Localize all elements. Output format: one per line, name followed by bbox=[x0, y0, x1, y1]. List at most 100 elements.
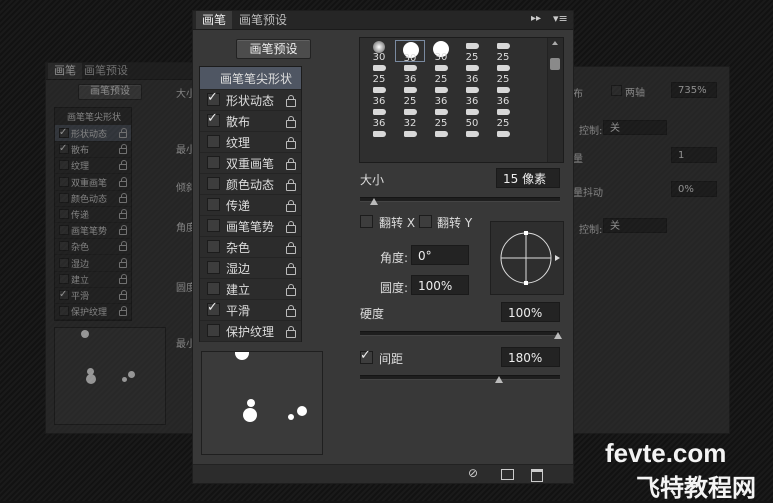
brush-tip-cell[interactable]: 36 bbox=[457, 62, 487, 85]
lock-icon[interactable] bbox=[119, 241, 127, 252]
lock-icon[interactable] bbox=[119, 160, 127, 171]
option-checkbox[interactable] bbox=[59, 176, 69, 187]
back-right-count-field[interactable]: 1 bbox=[671, 147, 717, 163]
brush-tip-cell[interactable]: 36 bbox=[364, 84, 394, 107]
back-option-item[interactable]: 颜色动态 bbox=[55, 190, 131, 207]
back-option-item[interactable]: ✓ 平滑 bbox=[55, 287, 131, 304]
brush-tip-cell[interactable]: 30 bbox=[364, 40, 394, 63]
lock-icon[interactable] bbox=[119, 306, 127, 317]
option-checkbox[interactable] bbox=[207, 261, 220, 274]
brush-tool-icon[interactable]: ⊘ bbox=[468, 466, 478, 480]
option-checkbox[interactable] bbox=[59, 160, 69, 171]
back-option-item[interactable]: ✓ 形状动态 bbox=[55, 125, 131, 142]
brush-option-item[interactable]: 纹理 bbox=[200, 131, 301, 153]
lock-icon[interactable] bbox=[119, 225, 127, 236]
brush-tip-cell[interactable] bbox=[395, 128, 425, 150]
brush-tip-cell[interactable]: 36 bbox=[457, 84, 487, 107]
back-left-tab-presets[interactable]: 画笔预设 bbox=[78, 63, 134, 79]
back-right-two-axis-checkbox[interactable] bbox=[611, 85, 622, 96]
lock-icon[interactable] bbox=[119, 176, 127, 187]
back-option-item[interactable]: 纹理 bbox=[55, 157, 131, 175]
option-checkbox[interactable] bbox=[59, 209, 69, 219]
brush-tip-cell[interactable]: 30 bbox=[426, 40, 456, 63]
brush-tip-cell[interactable]: 25 bbox=[457, 40, 487, 63]
brush-option-item[interactable]: 传递 bbox=[200, 194, 301, 216]
brush-option-item[interactable]: 建立 bbox=[200, 278, 301, 300]
option-checkbox[interactable] bbox=[207, 177, 220, 190]
lock-icon[interactable] bbox=[119, 144, 127, 155]
angle-field[interactable]: 0° bbox=[411, 245, 469, 265]
brush-tip-cell[interactable]: 50 bbox=[457, 106, 487, 129]
back-right-control-select[interactable]: 关 bbox=[603, 120, 667, 135]
lock-icon[interactable] bbox=[119, 290, 127, 300]
option-checkbox[interactable] bbox=[207, 198, 220, 211]
brush-option-item[interactable]: 保护纹理 bbox=[200, 320, 301, 342]
brush-option-item[interactable]: 杂色 bbox=[200, 236, 301, 258]
lock-icon[interactable] bbox=[286, 326, 296, 338]
angle-roundness-widget[interactable] bbox=[490, 221, 564, 295]
brush-tip-cell[interactable]: 25 bbox=[395, 84, 425, 107]
brush-option-item[interactable]: 画笔笔势 bbox=[200, 215, 301, 237]
roundness-field[interactable]: 100% bbox=[411, 275, 469, 295]
lock-icon[interactable] bbox=[286, 179, 296, 191]
option-checkbox[interactable] bbox=[207, 135, 220, 148]
option-checkbox[interactable] bbox=[59, 306, 69, 317]
brush-tip-cell[interactable]: 30 bbox=[395, 40, 425, 64]
back-right-control-select[interactable]: 关 bbox=[603, 218, 667, 233]
back-option-item[interactable]: 画笔笔势 bbox=[55, 222, 131, 240]
lock-icon[interactable] bbox=[286, 305, 296, 317]
option-checkbox[interactable] bbox=[207, 282, 220, 295]
brush-tip-cell[interactable]: 25 bbox=[488, 40, 518, 63]
brush-tip-cell[interactable]: 36 bbox=[488, 84, 518, 107]
option-checkbox[interactable] bbox=[59, 257, 69, 268]
option-checkbox[interactable] bbox=[59, 241, 69, 252]
size-slider[interactable] bbox=[360, 197, 560, 202]
brush-presets-button[interactable]: 画笔预设 bbox=[236, 39, 311, 59]
brush-tip-cell[interactable] bbox=[364, 128, 394, 150]
brush-option-item[interactable]: ✓ 形状动态 bbox=[200, 89, 301, 111]
back-right-jitter-field[interactable]: 0% bbox=[671, 181, 717, 197]
flip-y-checkbox[interactable] bbox=[419, 215, 432, 228]
brush-tip-shape-item[interactable]: 画笔笔尖形状 bbox=[200, 67, 301, 90]
lock-icon[interactable] bbox=[286, 263, 296, 275]
back-option-item[interactable]: 传递 bbox=[55, 206, 131, 223]
lock-icon[interactable] bbox=[286, 242, 296, 254]
flip-x-checkbox[interactable] bbox=[360, 215, 373, 228]
tab-brush[interactable]: 画笔 bbox=[196, 11, 233, 29]
brush-tip-cell[interactable]: 32 bbox=[395, 106, 425, 129]
lock-icon[interactable] bbox=[286, 221, 296, 233]
scroll-thumb[interactable] bbox=[550, 58, 560, 70]
brush-option-item[interactable]: 湿边 bbox=[200, 257, 301, 279]
brush-tip-cell[interactable] bbox=[488, 128, 518, 150]
grid-scrollbar[interactable] bbox=[547, 38, 563, 162]
hardness-field[interactable]: 100% bbox=[501, 302, 560, 322]
lock-icon[interactable] bbox=[119, 192, 127, 203]
lock-icon[interactable] bbox=[119, 209, 127, 219]
back-option-item[interactable]: 湿边 bbox=[55, 255, 131, 272]
lock-icon[interactable] bbox=[286, 116, 296, 128]
brush-tip-cell[interactable]: 25 bbox=[426, 106, 456, 129]
lock-icon[interactable] bbox=[119, 128, 127, 138]
back-left-preset-button[interactable]: 画笔预设 bbox=[78, 84, 142, 100]
option-checkbox[interactable] bbox=[59, 192, 69, 203]
brush-tip-cell[interactable] bbox=[426, 128, 456, 150]
back-option-item[interactable]: ✓ 散布 bbox=[55, 141, 131, 159]
option-checkbox[interactable] bbox=[207, 219, 220, 232]
option-checkbox[interactable] bbox=[207, 240, 220, 253]
option-checkbox[interactable] bbox=[59, 225, 69, 236]
back-option-item[interactable]: 双重画笔 bbox=[55, 174, 131, 191]
hardness-slider[interactable] bbox=[360, 331, 560, 336]
brush-tip-cell[interactable]: 25 bbox=[488, 62, 518, 85]
brush-tip-cell[interactable]: 36 bbox=[395, 62, 425, 85]
size-slider-thumb[interactable] bbox=[370, 198, 378, 205]
lock-icon[interactable] bbox=[286, 137, 296, 149]
tab-brush-presets[interactable]: 画笔预设 bbox=[233, 11, 293, 29]
lock-icon[interactable] bbox=[286, 158, 296, 170]
brush-tip-cell[interactable]: 36 bbox=[426, 84, 456, 107]
spacing-slider-thumb[interactable] bbox=[495, 376, 503, 383]
brush-option-item[interactable]: 双重画笔 bbox=[200, 152, 301, 174]
brush-tip-cell[interactable]: 36 bbox=[364, 106, 394, 129]
size-field[interactable]: 15 像素 bbox=[496, 168, 560, 188]
brush-option-item[interactable]: ✓ 散布 bbox=[200, 110, 301, 132]
brush-tip-cell[interactable]: 25 bbox=[488, 106, 518, 129]
